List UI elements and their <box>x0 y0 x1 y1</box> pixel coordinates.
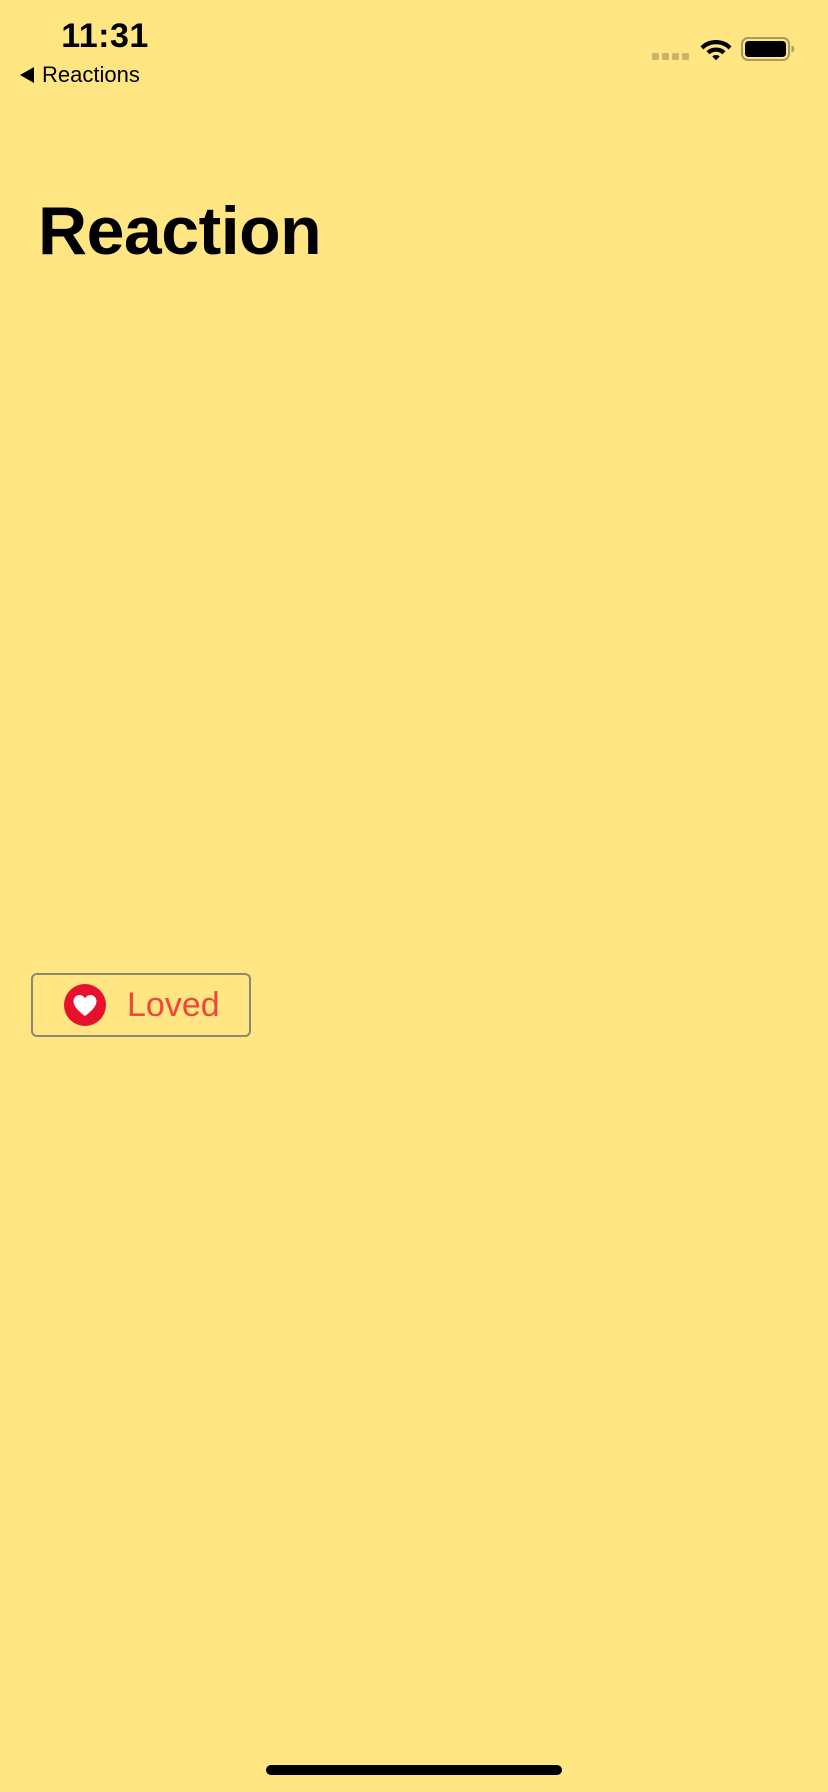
cellular-signal-icon <box>652 53 689 60</box>
page-title: Reaction <box>38 193 322 269</box>
home-indicator[interactable] <box>266 1765 562 1775</box>
wifi-icon <box>700 40 732 61</box>
back-triangle-icon <box>20 67 34 83</box>
heart-icon <box>64 984 106 1026</box>
status-time: 11:31 <box>61 17 149 55</box>
loved-reaction-button[interactable]: Loved <box>31 973 251 1037</box>
reaction-label: Loved <box>127 986 220 1024</box>
battery-icon <box>741 37 795 61</box>
back-button[interactable]: Reactions <box>20 58 140 92</box>
back-label: Reactions <box>42 62 140 87</box>
